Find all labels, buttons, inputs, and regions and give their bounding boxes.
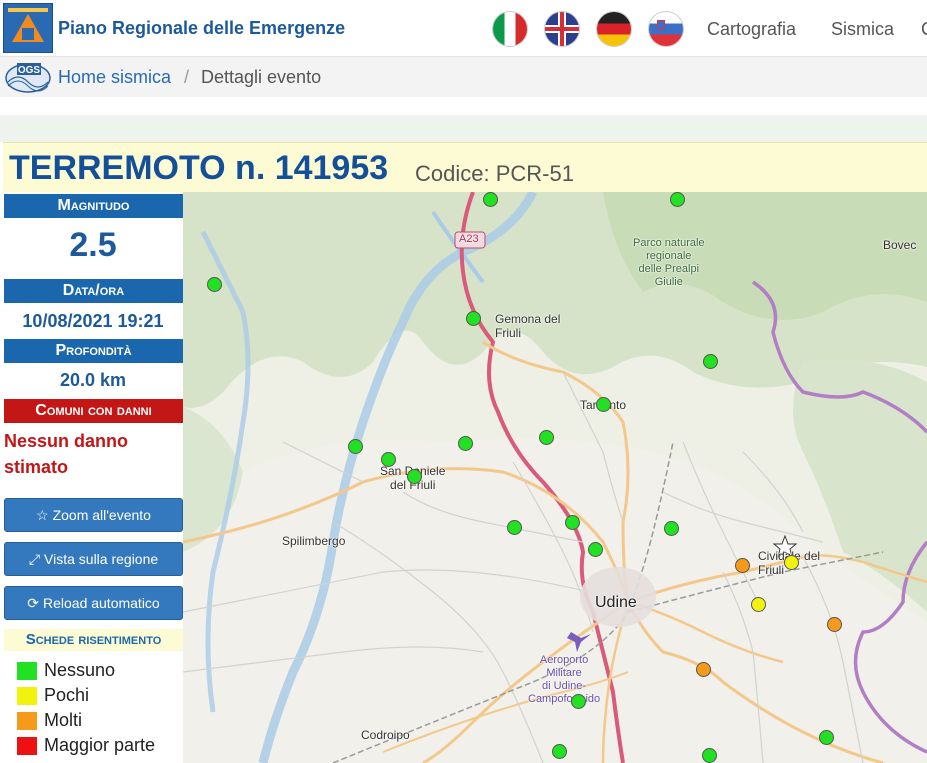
map-label-spilimbergo: Spilimbergo — [282, 534, 346, 548]
legend-swatch — [17, 687, 37, 705]
breadcrumb-separator: / — [184, 67, 190, 87]
legend-label: Maggior parte — [44, 735, 156, 755]
event-header: TERREMOTO n. 141953 Codice: PCR-51 — [3, 142, 927, 192]
nav-truncated-link[interactable]: C — [921, 19, 927, 40]
legend-swatch — [17, 662, 37, 680]
felt-report-marker[interactable] — [735, 558, 750, 573]
felt-report-marker[interactable] — [702, 748, 717, 763]
flag-slovenia-icon[interactable] — [649, 12, 683, 46]
protezione-civile-logo[interactable] — [3, 3, 53, 53]
datetime-heading: Data/ora — [4, 279, 183, 303]
datetime-value: 10/08/2021 19:21 — [22, 311, 164, 331]
legend-label: Molti — [44, 710, 83, 730]
felt-report-marker[interactable] — [381, 452, 396, 467]
legend-label: Nessuno — [44, 660, 116, 680]
magnitude-value: 2.5 — [69, 226, 117, 264]
auto-reload-button[interactable]: ⟳ Reload automatico — [4, 586, 183, 620]
felt-report-marker[interactable] — [458, 436, 473, 451]
auto-reload-label: Reload automatico — [42, 595, 160, 611]
star-icon: ☆ — [36, 507, 49, 523]
felt-report-marker[interactable] — [407, 469, 422, 484]
nav-cartografia[interactable]: Cartografia — [707, 19, 796, 40]
expand-arrows-icon: ⤢ — [28, 551, 41, 567]
ogs-logo-text: OGS — [18, 65, 41, 76]
felt-report-marker[interactable] — [539, 430, 554, 445]
felt-report-marker[interactable] — [596, 397, 611, 412]
map-label-udine: Udine — [595, 594, 637, 611]
top-navbar: Piano Regionale delle Emergenze Cartogra… — [0, 0, 927, 57]
event-title: TERREMOTO n. 141953 — [9, 149, 389, 187]
ogs-logo[interactable]: OGS — [3, 60, 53, 94]
region-view-label: Vista sulla regione — [44, 551, 159, 567]
damage-text: Nessun danno stimato — [4, 431, 129, 477]
depth-value: 20.0 km — [59, 370, 127, 390]
felt-report-marker[interactable] — [571, 694, 586, 709]
felt-report-marker[interactable] — [588, 542, 603, 557]
map-label-gemona: Gemona del Friuli — [495, 312, 561, 340]
zoom-event-button[interactable]: ☆ Zoom all'evento — [4, 498, 183, 532]
felt-report-marker[interactable] — [751, 597, 766, 612]
map-label-codroipo: Codroipo — [361, 728, 410, 742]
legend-title: Schede risentimento — [4, 629, 183, 651]
map-label-park: Parco naturale regionale delle Prealpi G… — [633, 237, 705, 288]
flag-italy-icon[interactable] — [493, 12, 527, 46]
felt-report-marker[interactable] — [703, 354, 718, 369]
breadcrumb-current: Dettagli evento — [201, 67, 322, 87]
felt-report-marker[interactable] — [664, 521, 679, 536]
map-label-a23: A23 — [459, 233, 479, 245]
magnitude-heading: Magnitudo — [4, 194, 183, 218]
zoom-event-label: Zoom all'evento — [52, 507, 151, 523]
refresh-icon: ⟳ — [27, 595, 39, 611]
legend-swatch — [17, 737, 37, 755]
event-info-panel: Magnitudo 2.5 Data/ora 10/08/2021 19:21 … — [3, 192, 183, 763]
felt-report-marker[interactable] — [483, 192, 498, 207]
depth-heading: Profondità — [4, 339, 183, 363]
felt-report-marker[interactable] — [670, 192, 685, 207]
event-map[interactable]: A23 Parco naturale regionale delle Preal… — [183, 192, 927, 763]
flag-uk-icon[interactable] — [545, 12, 579, 46]
region-view-button[interactable]: ⤢ Vista sulla regione — [4, 542, 183, 576]
legend-label: Pochi — [44, 685, 90, 705]
felt-report-marker[interactable] — [552, 744, 567, 759]
map-label-bovec: Bovec — [883, 238, 917, 252]
spacer-band — [0, 115, 927, 142]
felt-report-marker[interactable] — [696, 662, 711, 677]
legend-swatch — [17, 712, 37, 730]
felt-report-marker[interactable] — [819, 730, 834, 745]
felt-report-marker[interactable] — [507, 520, 522, 535]
breadcrumb-home-link[interactable]: Home sismica — [58, 67, 171, 88]
felt-report-marker[interactable] — [348, 439, 363, 454]
felt-report-marker[interactable] — [565, 515, 580, 530]
event-code: Codice: PCR-51 — [415, 161, 574, 186]
damage-heading: Comuni con danni — [4, 399, 183, 423]
map-label-airport: Aeroporto Militare di Udine- Campoformid… — [528, 654, 601, 705]
felt-report-marker[interactable] — [207, 277, 222, 292]
flag-germany-icon[interactable] — [597, 12, 631, 46]
app-title[interactable]: Piano Regionale delle Emergenze — [58, 18, 345, 39]
felt-report-marker[interactable] — [466, 311, 481, 326]
felt-report-marker[interactable] — [827, 617, 842, 632]
breadcrumb: OGS Home sismica / Dettagli evento — [0, 57, 927, 97]
felt-report-marker[interactable] — [784, 555, 799, 570]
nav-sismica[interactable]: Sismica — [831, 19, 894, 40]
